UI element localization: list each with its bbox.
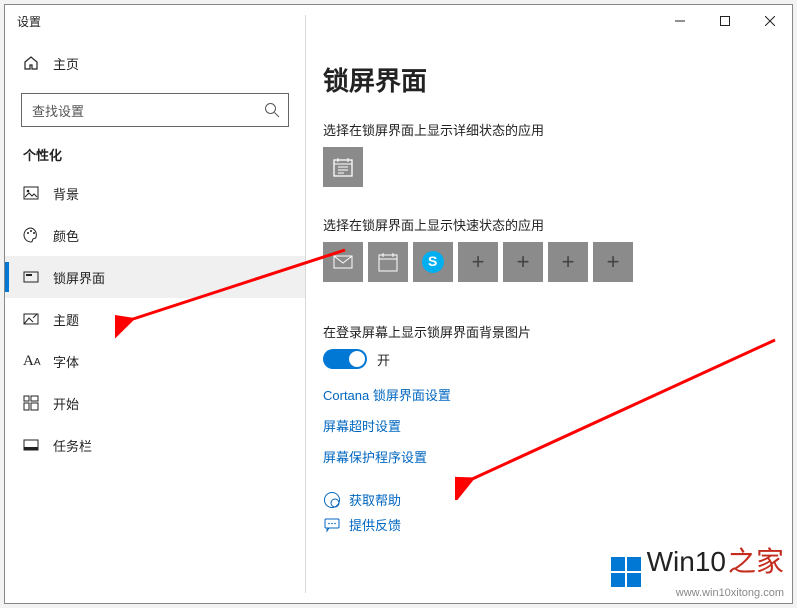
sidebar-item-background[interactable]: 背景 (5, 172, 305, 214)
help-label: 获取帮助 (349, 490, 401, 509)
link-screen-timeout[interactable]: 屏幕超时设置 (323, 416, 780, 435)
divider (305, 15, 306, 593)
sidebar-item-fonts[interactable]: AA 字体 (5, 340, 305, 382)
calendar-icon (332, 156, 354, 178)
title-bar: 设置 (5, 5, 792, 37)
help-icon (323, 491, 341, 509)
sidebar: 主页 查找设置 个性化 背景 颜色 锁屏界面 主题 (5, 37, 305, 603)
sidebar-item-themes[interactable]: 主题 (5, 298, 305, 340)
taskbar-icon (23, 437, 39, 453)
watermark-brand-suffix: 之家 (728, 540, 784, 580)
signin-bg-toggle[interactable] (323, 349, 367, 369)
sidebar-item-label: 字体 (53, 352, 79, 371)
section-title: 个性化 (5, 141, 305, 172)
start-icon (23, 395, 39, 411)
plus-icon: + (472, 249, 485, 275)
lockscreen-icon (23, 269, 39, 285)
detailed-status-row (323, 147, 780, 187)
watermark-url: www.win10xitong.com (611, 587, 784, 599)
quick-app-add-4[interactable]: + (593, 242, 633, 282)
quick-app-add-1[interactable]: + (458, 242, 498, 282)
home-button[interactable]: 主页 (5, 45, 305, 81)
sidebar-item-lockscreen[interactable]: 锁屏界面 (5, 256, 305, 298)
feedback-icon (323, 516, 341, 534)
sidebar-item-colors[interactable]: 颜色 (5, 214, 305, 256)
plus-icon: + (562, 249, 575, 275)
sidebar-item-label: 锁屏界面 (53, 268, 105, 287)
plus-icon: + (517, 249, 530, 275)
detailed-status-label: 选择在锁屏界面上显示详细状态的应用 (323, 120, 780, 139)
sidebar-item-label: 背景 (53, 184, 79, 203)
home-icon (23, 55, 39, 71)
quick-app-add-3[interactable]: + (548, 242, 588, 282)
sidebar-item-taskbar[interactable]: 任务栏 (5, 424, 305, 466)
quick-status-row: + + + + (323, 242, 780, 282)
signin-bg-toggle-row: 开 (323, 349, 780, 369)
image-icon (23, 185, 39, 201)
window-controls (657, 5, 792, 37)
search-input[interactable]: 查找设置 (21, 93, 289, 127)
quick-status-label: 选择在锁屏界面上显示快速状态的应用 (323, 215, 780, 234)
window-body: 主页 查找设置 个性化 背景 颜色 锁屏界面 主题 (5, 37, 792, 603)
sidebar-item-label: 任务栏 (53, 436, 92, 455)
sidebar-item-label: 开始 (53, 394, 79, 413)
minimize-button[interactable] (657, 5, 702, 37)
quick-app-add-2[interactable]: + (503, 242, 543, 282)
window-title: 设置 (5, 13, 41, 30)
quick-app-calendar[interactable] (368, 242, 408, 282)
plus-icon: + (607, 249, 620, 275)
quick-app-mail[interactable] (323, 242, 363, 282)
palette-icon (23, 227, 39, 243)
link-screensaver-settings[interactable]: 屏幕保护程序设置 (323, 447, 780, 466)
fonts-icon: AA (23, 353, 39, 370)
quick-app-skype[interactable] (413, 242, 453, 282)
calendar-icon (377, 251, 399, 273)
feedback-label: 提供反馈 (349, 515, 401, 534)
home-label: 主页 (53, 54, 79, 73)
get-help-link[interactable]: 获取帮助 (323, 490, 780, 509)
settings-window: 设置 主页 查找设置 个性化 背景 颜色 (4, 4, 793, 604)
themes-icon (23, 311, 39, 327)
search-placeholder: 查找设置 (32, 101, 84, 120)
close-button[interactable] (747, 5, 792, 37)
sidebar-item-label: 颜色 (53, 226, 79, 245)
give-feedback-link[interactable]: 提供反馈 (323, 515, 780, 534)
windows-logo-icon (611, 557, 641, 587)
link-cortana-lockscreen[interactable]: Cortana 锁屏界面设置 (323, 385, 780, 404)
toggle-state-label: 开 (377, 350, 390, 369)
search-icon (264, 102, 280, 118)
mail-icon (332, 251, 354, 273)
sidebar-item-start[interactable]: 开始 (5, 382, 305, 424)
sidebar-item-label: 主题 (53, 310, 79, 329)
skype-icon (422, 251, 444, 273)
signin-bg-label: 在登录屏幕上显示锁屏界面背景图片 (323, 322, 780, 341)
detailed-app-tile[interactable] (323, 147, 363, 187)
watermark: Win10之家 www.win10xitong.com (611, 540, 784, 599)
content-area: 锁屏界面 选择在锁屏界面上显示详细状态的应用 选择在锁屏界面上显示快速状态的应用 (305, 37, 792, 603)
watermark-brand: Win10 (647, 546, 726, 578)
page-title: 锁屏界面 (323, 61, 780, 98)
maximize-button[interactable] (702, 5, 747, 37)
